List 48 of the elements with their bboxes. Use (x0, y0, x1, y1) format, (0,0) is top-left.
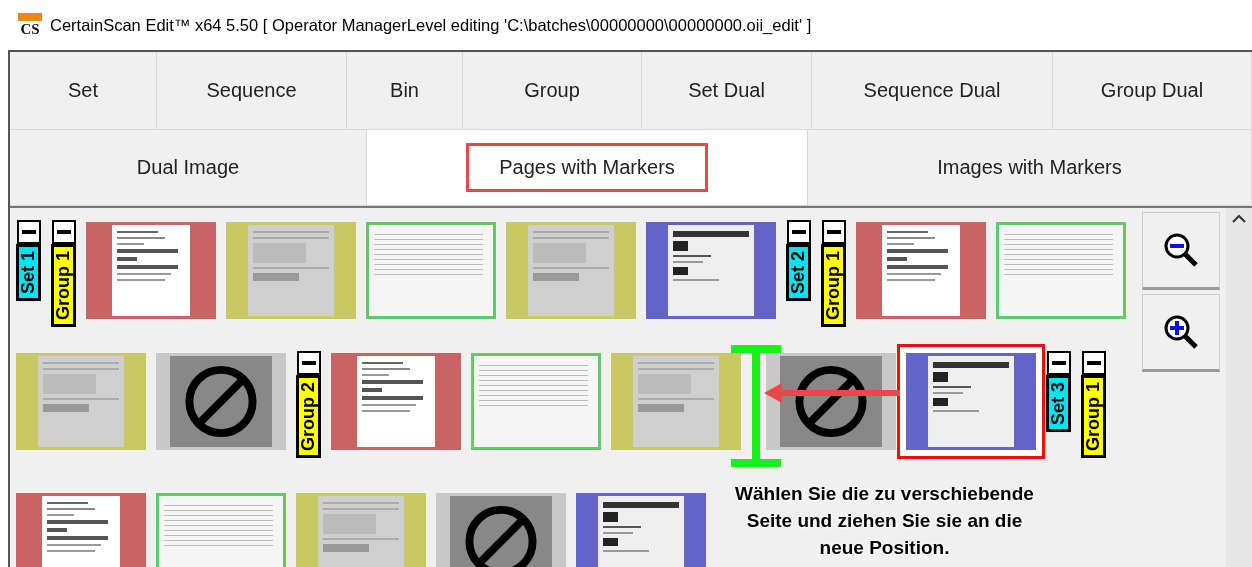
tab[interactable]: Pages with Markers (367, 130, 808, 206)
marker-label[interactable]: Set 2 (786, 244, 811, 302)
page-thumbnail[interactable] (471, 353, 601, 450)
marker-label[interactable]: Set 1 (16, 244, 41, 302)
marker-label[interactable]: Group 1 (1081, 375, 1106, 459)
tab[interactable]: Group Dual (1053, 52, 1252, 130)
tab[interactable]: Dual Image (10, 130, 367, 206)
tab[interactable]: Group (463, 52, 642, 130)
page-thumbnail[interactable] (16, 353, 146, 450)
collapse-icon[interactable] (1046, 351, 1071, 375)
marker-label[interactable]: Group 1 (51, 244, 76, 327)
page-thumbnail[interactable] (766, 353, 896, 450)
page-thumbnail[interactable] (156, 353, 286, 450)
page-thumbnail[interactable] (506, 222, 636, 319)
tab[interactable]: Bin (347, 52, 463, 130)
page-thumbnail[interactable] (611, 353, 741, 450)
instruction-text: Wählen Sie die zu verschiebende Seite und ziehen Sie sie an die neue Position. (734, 482, 1035, 560)
collapse-icon[interactable] (786, 220, 811, 244)
page-thumbnail[interactable] (436, 493, 566, 567)
window-title: CertainScan Edit™ x64 5.50 [ Operator ManagerLevel editing 'C:\batches\00000000\00000000.oii_edit' ] (50, 15, 812, 35)
chevron-up-icon[interactable] (1232, 214, 1246, 224)
tab[interactable]: Set Dual (642, 52, 812, 130)
zoom-in-button[interactable] (1142, 294, 1220, 372)
tab[interactable]: Images with Markers (808, 130, 1252, 206)
tab[interactable]: Sequence (157, 52, 347, 130)
tab[interactable]: Set (10, 52, 157, 130)
page-thumbnail[interactable] (226, 222, 356, 319)
zoom-out-button[interactable] (1142, 212, 1220, 290)
page-thumbnail[interactable] (86, 222, 216, 319)
collapse-icon[interactable] (51, 220, 76, 244)
collapse-icon[interactable] (1081, 351, 1106, 375)
marker-label[interactable]: Group 1 (821, 244, 846, 327)
page-thumbnail[interactable] (16, 493, 146, 567)
page-thumbnail[interactable] (296, 493, 426, 567)
page-thumbnail[interactable] (996, 222, 1126, 319)
collapse-icon[interactable] (16, 220, 41, 244)
app-logo: CS (18, 13, 42, 37)
marker-label[interactable]: Set 3 (1046, 375, 1071, 433)
page-thumbnail[interactable] (366, 222, 496, 319)
marker-label[interactable]: Group 2 (296, 375, 321, 459)
tab[interactable]: Sequence Dual (812, 52, 1053, 130)
collapse-icon[interactable] (296, 351, 321, 375)
collapse-icon[interactable] (821, 220, 846, 244)
page-thumbnail[interactable] (646, 222, 776, 319)
scrollbar[interactable] (1226, 208, 1252, 567)
page-thumbnail[interactable] (856, 222, 986, 319)
page-thumbnail[interactable] (576, 493, 706, 567)
page-thumbnail[interactable] (331, 353, 461, 450)
